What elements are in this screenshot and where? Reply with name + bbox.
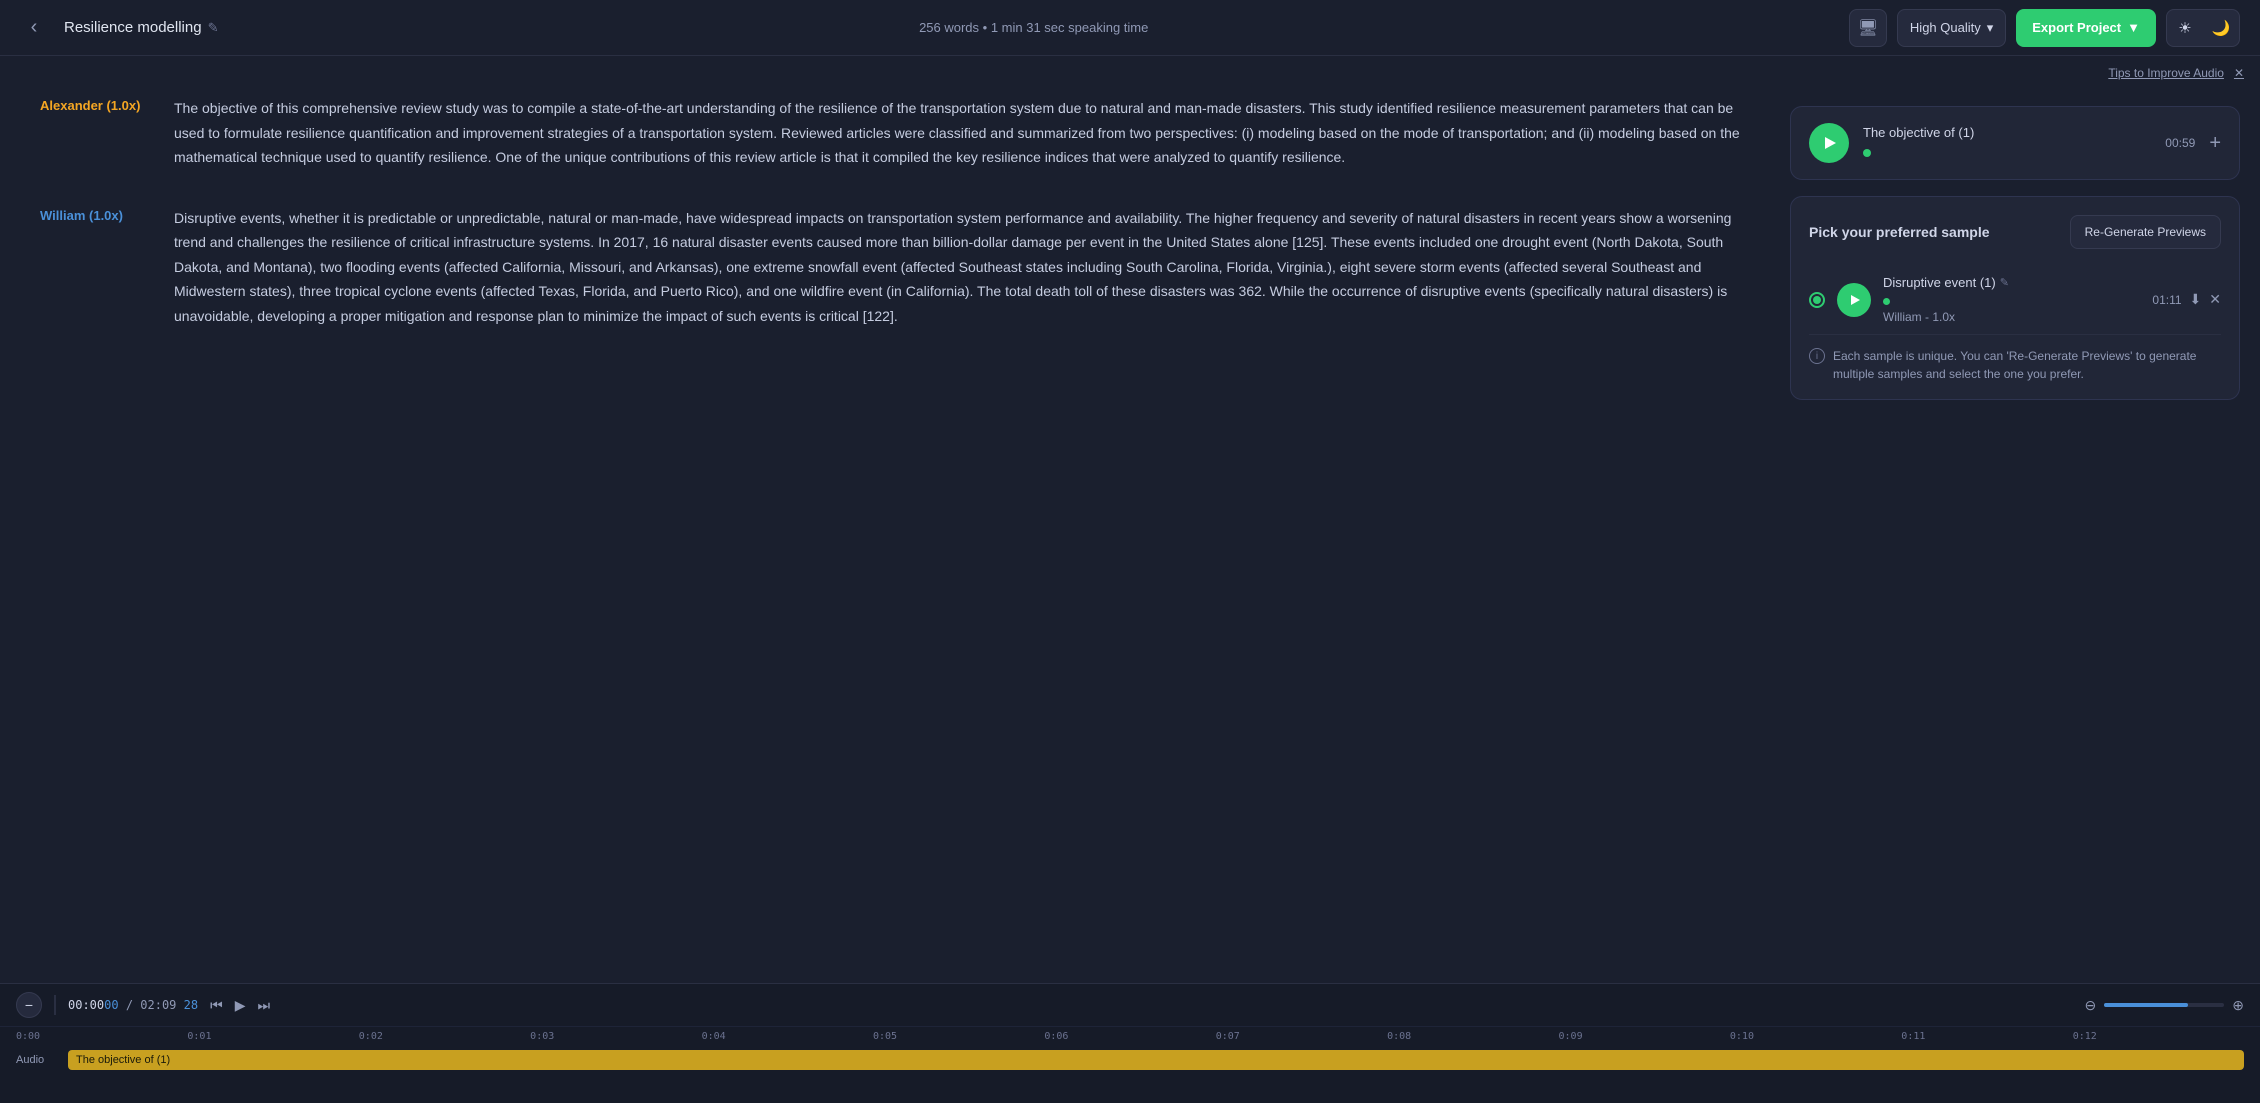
- timeline-controls: − 00:0000 / 02:09 28 ⏮ ▶ ⏭ ⊖ ⊕: [0, 984, 2260, 1027]
- edit-title-icon[interactable]: ✎: [208, 20, 219, 36]
- track-bar-text: The objective of (1): [76, 1054, 170, 1066]
- ruler-mark: 0:03: [530, 1031, 701, 1042]
- ruler-mark: 0:07: [1216, 1031, 1387, 1042]
- export-label: Export Project: [2032, 20, 2121, 35]
- track-label: Audio: [16, 1054, 56, 1066]
- tips-link[interactable]: Tips to Improve Audio ✕: [2108, 66, 2244, 80]
- total-time: 02:09 28: [140, 998, 198, 1012]
- ruler-mark: 0:12: [2073, 1031, 2244, 1042]
- sample-duration: 01:11: [2152, 293, 2181, 307]
- audio-title: The objective of (1): [1863, 125, 2151, 140]
- main-area: Tips to Improve Audio ✕ Alexander (1.0x)…: [0, 56, 2260, 983]
- ruler-mark: 0:08: [1387, 1031, 1558, 1042]
- sample-active-dot: [1883, 298, 1890, 305]
- sample-play-button[interactable]: [1837, 283, 1871, 317]
- audio-add-button[interactable]: +: [2209, 132, 2221, 155]
- zoom-out-button[interactable]: ⊖: [2085, 997, 2097, 1014]
- project-title-container: Resilience modelling ✎: [64, 19, 218, 36]
- zoom-in-button[interactable]: ⊕: [2232, 997, 2244, 1014]
- sample-speaker: William - 1.0x: [1883, 310, 2140, 324]
- theme-toggle: ☀ 🌙: [2166, 9, 2240, 47]
- audio-card: The objective of (1) 00:59 +: [1790, 106, 2240, 180]
- segment-text-william[interactable]: Disruptive events, whether it is predict…: [174, 206, 1740, 329]
- remove-track-button[interactable]: −: [16, 992, 42, 1018]
- sample-name: Disruptive event (1) ✎: [1883, 275, 2140, 290]
- audio-play-button[interactable]: [1809, 123, 1849, 163]
- word-count: 256 words • 1 min 31 sec speaking time: [919, 20, 1148, 35]
- header-stats: 256 words • 1 min 31 sec speaking time: [234, 20, 1832, 35]
- tips-bar: Tips to Improve Audio ✕: [2108, 66, 2244, 80]
- ruler-mark: 0:01: [187, 1031, 358, 1042]
- timeline-ruler: 0:000:010:020:030:040:050:060:070:080:09…: [0, 1027, 2260, 1042]
- sample-picker-card: Pick your preferred sample Re-Generate P…: [1790, 196, 2240, 400]
- sample-edit-icon[interactable]: ✎: [2000, 276, 2009, 289]
- audio-info: The objective of (1): [1863, 125, 2151, 162]
- timeline-footer: − 00:0000 / 02:09 28 ⏮ ▶ ⏭ ⊖ ⊕ 0:000:010…: [0, 983, 2260, 1103]
- dark-theme-button[interactable]: 🌙: [2203, 10, 2239, 46]
- ruler-mark: 0:09: [1559, 1031, 1730, 1042]
- timeline-track-area: Audio The objective of (1): [0, 1042, 2260, 1078]
- speaker-label-william[interactable]: William (1.0x): [40, 206, 150, 329]
- header: ‹ Resilience modelling ✎ 256 words • 1 m…: [0, 0, 2260, 56]
- speaker-label-alexander[interactable]: Alexander (1.0x): [40, 96, 150, 170]
- sample-header: Pick your preferred sample Re-Generate P…: [1809, 215, 2221, 249]
- export-chevron-icon: ▼: [2127, 20, 2140, 35]
- segment-alexander: Alexander (1.0x) The objective of this c…: [40, 96, 1740, 170]
- next-button[interactable]: ⏭: [257, 997, 270, 1014]
- tips-label: Tips to Improve Audio: [2108, 66, 2224, 80]
- regen-button[interactable]: Re-Generate Previews: [2070, 215, 2221, 249]
- right-panel: The objective of (1) 00:59 + Pick your p…: [1780, 56, 2260, 983]
- segment-text-alexander[interactable]: The objective of this comprehensive revi…: [174, 96, 1740, 170]
- ruler-mark: 0:11: [1901, 1031, 2072, 1042]
- ruler-mark: 0:04: [702, 1031, 873, 1042]
- project-title: Resilience modelling: [64, 19, 202, 36]
- audio-duration: 00:59: [2165, 136, 2195, 150]
- sample-info: Disruptive event (1) ✎ William - 1.0x: [1883, 275, 2140, 324]
- ruler-labels: 0:000:010:020:030:040:050:060:070:080:09…: [16, 1031, 2244, 1042]
- sample-note-text: Each sample is unique. You can 'Re-Gener…: [1833, 347, 2221, 383]
- quality-button[interactable]: High Quality ▾: [1897, 9, 2006, 47]
- sample-download-button[interactable]: ⬇: [2190, 291, 2202, 308]
- audio-active-dot: [1863, 149, 1871, 157]
- ruler-mark: 0:02: [359, 1031, 530, 1042]
- info-icon: i: [1809, 348, 1825, 364]
- sample-picker-title: Pick your preferred sample: [1809, 224, 1990, 240]
- sun-icon: ☀: [2178, 19, 2191, 37]
- zoom-slider-fill: [2104, 1003, 2188, 1007]
- editor: Alexander (1.0x) The objective of this c…: [0, 56, 1780, 983]
- current-time: 00:0000: [68, 998, 119, 1012]
- light-theme-button[interactable]: ☀: [2167, 10, 2203, 46]
- tips-close-icon[interactable]: ✕: [2234, 66, 2244, 80]
- sample-actions: 01:11 ⬇ ✕: [2152, 291, 2221, 308]
- chevron-down-icon: ▾: [1987, 20, 1994, 36]
- track-bar-container: The objective of (1): [68, 1046, 2244, 1074]
- time-display: 00:0000 / 02:09 28: [68, 998, 198, 1012]
- ruler-mark: 0:06: [1044, 1031, 1215, 1042]
- ruler-mark: 0:00: [16, 1031, 187, 1042]
- zoom-slider[interactable]: [2104, 1003, 2224, 1007]
- header-actions: 🖥 High Quality ▾ Export Project ▼ ☀ 🌙: [1849, 9, 2240, 47]
- ruler-mark: 0:10: [1730, 1031, 1901, 1042]
- audio-track-bar[interactable]: The objective of (1): [68, 1050, 2244, 1070]
- segment-william: William (1.0x) Disruptive events, whethe…: [40, 206, 1740, 329]
- sample-remove-button[interactable]: ✕: [2209, 291, 2221, 308]
- radio-inner: [1813, 296, 1821, 304]
- screen-icon: 🖥: [1858, 18, 1878, 38]
- play-pause-button[interactable]: ▶: [235, 997, 246, 1014]
- radio-selected[interactable]: [1809, 292, 1825, 308]
- moon-icon: 🌙: [2212, 19, 2231, 37]
- back-button[interactable]: ‹: [20, 14, 48, 42]
- quality-label: High Quality: [1910, 20, 1981, 35]
- timeline-right: ⊖ ⊕: [2085, 997, 2244, 1014]
- export-button[interactable]: Export Project ▼: [2016, 9, 2156, 47]
- sample-note: i Each sample is unique. You can 'Re-Gen…: [1809, 347, 2221, 383]
- prev-button[interactable]: ⏮: [210, 997, 223, 1014]
- screen-button[interactable]: 🖥: [1849, 9, 1887, 47]
- sample-row: Disruptive event (1) ✎ William - 1.0x 01…: [1809, 265, 2221, 335]
- ruler-mark: 0:05: [873, 1031, 1044, 1042]
